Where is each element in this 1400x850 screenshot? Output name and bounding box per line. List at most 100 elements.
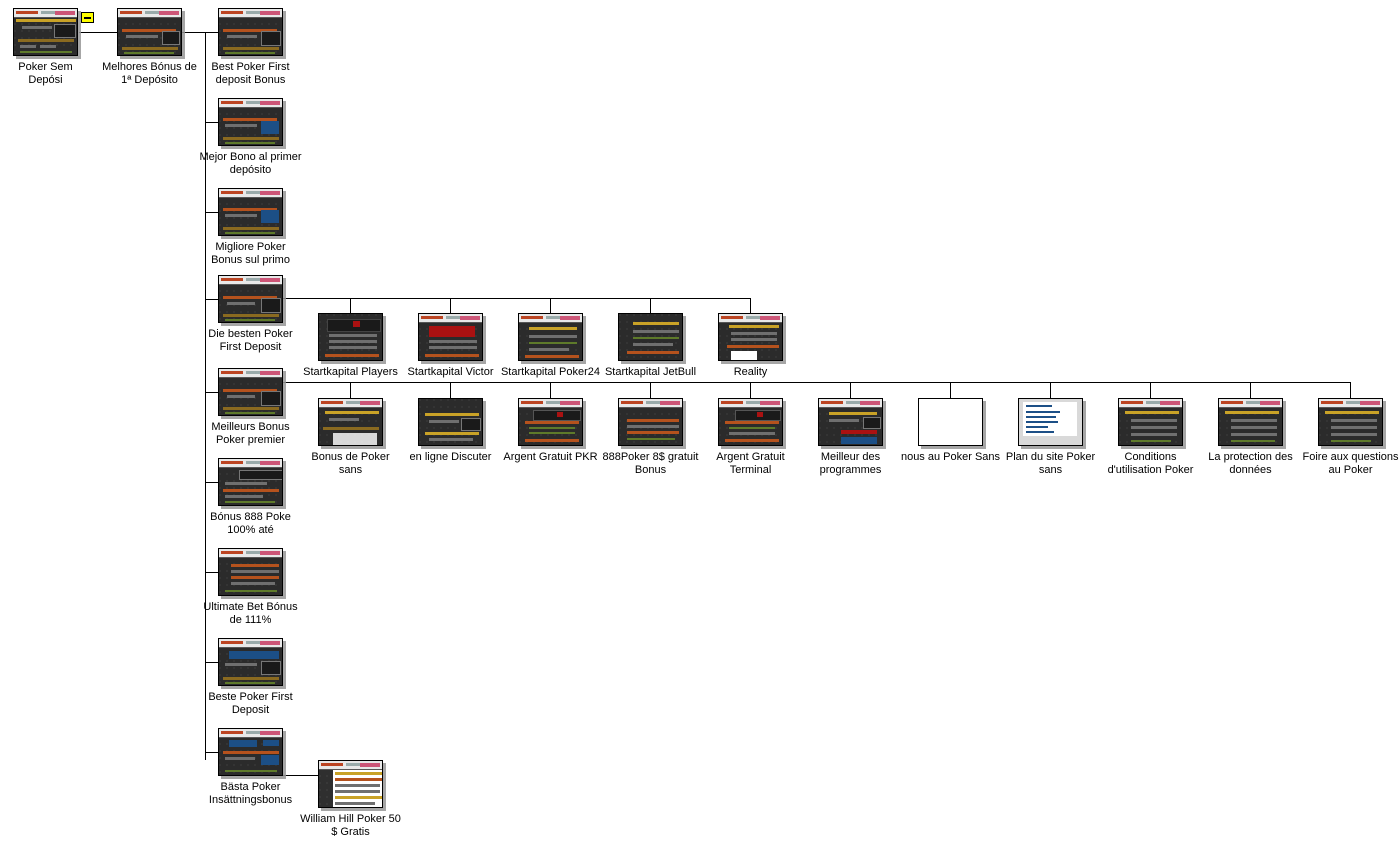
node-label: Startkapital Poker24 <box>500 366 601 378</box>
stub-c2 <box>205 122 218 123</box>
bus-main-drop-b2 <box>450 382 451 398</box>
node-label: Meilleurs Bonus Poker premier <box>211 421 290 446</box>
node-888poker-8-gratuit-bonus[interactable]: 888Poker 8$ gratuit Bonus <box>602 398 699 476</box>
connector-level2-to-trunk <box>182 32 206 33</box>
node-label: Plan du site Poker sans <box>1005 451 1096 476</box>
thumbnail-basta-poker[interactable] <box>218 728 283 776</box>
node-label: Mejor Bono al primer depósito <box>199 151 302 176</box>
node-plan-du-site-poker-sans[interactable]: Plan du site Poker sans <box>1006 398 1095 476</box>
browser-chrome <box>619 399 682 408</box>
thumbnail-foire-aux-questions-au-poker[interactable] <box>1318 398 1383 446</box>
node-die-besten-poker[interactable]: Die besten Poker First Deposit <box>208 275 293 353</box>
browser-chrome <box>719 399 782 408</box>
node-bonus-de-poker-sans[interactable]: Bonus de Poker sans <box>311 398 390 476</box>
browser-chrome <box>219 9 282 18</box>
thumbnail-william-hill-poker[interactable] <box>318 760 383 808</box>
node-label: nous au Poker Sans <box>900 451 1001 463</box>
thumbnail-ultimate-bet-bonus[interactable] <box>218 548 283 596</box>
thumbnail-888poker-8-gratuit-bonus[interactable] <box>618 398 683 446</box>
bus-main <box>283 382 1351 383</box>
stub-c5 <box>205 392 218 393</box>
browser-chrome <box>319 399 382 408</box>
bus-main-drop-b7 <box>950 382 951 398</box>
thumbnail-plan-du-site-poker-sans[interactable] <box>1018 398 1083 446</box>
browser-chrome <box>118 9 181 18</box>
browser-chrome <box>219 99 282 108</box>
thumbnail-argent-gratuit-pkr[interactable] <box>518 398 583 446</box>
bus-main-drop-b10 <box>1250 382 1251 398</box>
thumbnail-startkapital-players[interactable] <box>318 313 383 361</box>
node-meilleur-des-programmes[interactable]: Meilleur des programmes <box>818 398 883 476</box>
browser-chrome <box>519 314 582 323</box>
browser-chrome <box>419 314 482 323</box>
node-label: Startkapital Victor <box>407 366 494 378</box>
node-bonus-888-poke[interactable]: Bónus 888 Poke 100% até <box>210 458 291 536</box>
stub-c1 <box>205 32 218 33</box>
thumbnail-argent-gratuit-terminal[interactable] <box>718 398 783 446</box>
bus-main-drop-b6 <box>850 382 851 398</box>
node-label: Poker Sem Depósi <box>18 61 73 86</box>
node-william-hill-poker[interactable]: William Hill Poker 50 $ Gratis <box>300 760 401 838</box>
node-startkapital-jetbull[interactable]: Startkapital JetBull <box>605 313 696 378</box>
node-startkapital-players[interactable]: Startkapital Players <box>303 313 398 378</box>
node-label: Ultimate Bet Bónus de 111% <box>203 601 298 626</box>
thumbnail-die-besten-poker[interactable] <box>218 275 283 323</box>
thumbnail-en-ligne-discuter[interactable] <box>418 398 483 446</box>
bus-startkapital-drop-s1 <box>350 298 351 313</box>
node-meilleurs-bonus[interactable]: Meilleurs Bonus Poker premier <box>211 368 290 446</box>
stub-c3 <box>205 212 218 213</box>
node-startkapital-victor[interactable]: Startkapital Victor <box>407 313 494 378</box>
thumbnail-meilleur-des-programmes[interactable] <box>818 398 883 446</box>
thumbnail-bonus-de-poker-sans[interactable] <box>318 398 383 446</box>
bus-startkapital <box>283 298 751 299</box>
node-mejor-bono[interactable]: Mejor Bono al primer depósito <box>199 98 302 176</box>
node-beste-poker-first-deposit[interactable]: Beste Poker First Deposit <box>208 638 293 716</box>
browser-chrome <box>1219 399 1282 408</box>
node-label: Beste Poker First Deposit <box>208 691 293 716</box>
collapse-toggle[interactable] <box>81 12 94 23</box>
node-reality[interactable]: Reality <box>718 313 783 378</box>
node-foire-aux-questions-au-poker[interactable]: Foire aux questions au Poker <box>1303 398 1399 476</box>
node-label: Foire aux questions au Poker <box>1302 451 1399 476</box>
thumbnail-la-protection-des-donnees[interactable] <box>1218 398 1283 446</box>
node-en-ligne-discuter[interactable]: en ligne Discuter <box>410 398 491 463</box>
thumbnail-reality[interactable] <box>718 313 783 361</box>
node-melhores-bonus[interactable]: Melhores Bónus de 1ª Depósito <box>102 8 197 86</box>
sitemap-canvas: Poker Sem Depósi Melhores Bónus de 1ª De… <box>0 0 1400 850</box>
stub-c6 <box>205 482 218 483</box>
thumbnail-root[interactable] <box>13 8 78 56</box>
thumbnail-conditions-utilisation-poker[interactable] <box>1118 398 1183 446</box>
node-nous-au-poker-sans[interactable]: nous au Poker Sans <box>901 398 1000 463</box>
thumbnail-beste-poker-first-deposit[interactable] <box>218 638 283 686</box>
thumbnail-nous-au-poker-sans[interactable] <box>918 398 983 446</box>
node-label: Reality <box>733 366 768 378</box>
node-label: 888Poker 8$ gratuit Bonus <box>602 451 699 476</box>
stub-c4 <box>205 299 218 300</box>
thumbnail-meilleurs-bonus[interactable] <box>218 368 283 416</box>
thumbnail-melhores-bonus[interactable] <box>117 8 182 56</box>
node-best-poker-first-deposit[interactable]: Best Poker First deposit Bonus <box>211 8 290 86</box>
node-argent-gratuit-terminal[interactable]: Argent Gratuit Terminal <box>716 398 785 476</box>
node-startkapital-poker24[interactable]: Startkapital Poker24 <box>501 313 600 378</box>
browser-chrome <box>319 761 382 770</box>
thumbnail-bonus-888-poke[interactable] <box>218 458 283 506</box>
node-basta-poker[interactable]: Bästa Poker Insättningsbonus <box>209 728 292 806</box>
browser-chrome <box>219 189 282 198</box>
node-conditions-utilisation-poker[interactable]: Conditions d'utilisation Poker <box>1108 398 1193 476</box>
thumbnail-startkapital-jetbull[interactable] <box>618 313 683 361</box>
bus-main-drop-b5 <box>750 382 751 398</box>
thumbnail-best-poker-first-deposit[interactable] <box>218 8 283 56</box>
node-argent-gratuit-pkr[interactable]: Argent Gratuit PKR <box>503 398 598 463</box>
thumbnail-startkapital-victor[interactable] <box>418 313 483 361</box>
node-ultimate-bet-bonus[interactable]: Ultimate Bet Bónus de 111% <box>203 548 298 626</box>
bus-main-drop-b3 <box>550 382 551 398</box>
node-root[interactable]: Poker Sem Depósi <box>13 8 78 86</box>
thumbnail-mejor-bono[interactable] <box>218 98 283 146</box>
node-migliore-poker[interactable]: Migliore Poker Bonus sul primo <box>211 188 290 266</box>
node-la-protection-des-donnees[interactable]: La protection des données <box>1208 398 1293 476</box>
connector-root-to-level2 <box>79 32 117 33</box>
browser-chrome <box>219 549 282 558</box>
thumbnail-migliore-poker[interactable] <box>218 188 283 236</box>
node-label: Die besten Poker First Deposit <box>208 328 293 353</box>
thumbnail-startkapital-poker24[interactable] <box>518 313 583 361</box>
